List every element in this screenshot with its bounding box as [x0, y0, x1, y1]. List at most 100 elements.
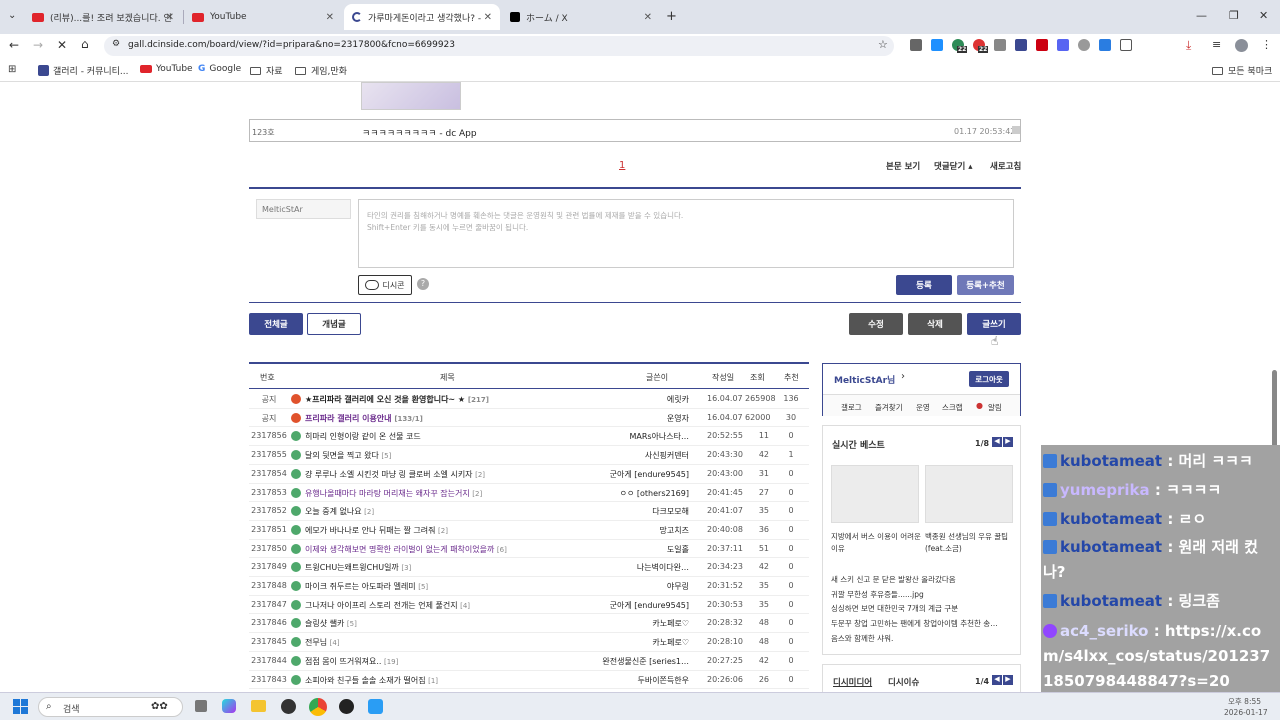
- menu-gallog[interactable]: 갤로그: [841, 402, 862, 413]
- next-icon[interactable]: ▶: [1003, 675, 1013, 685]
- table-row[interactable]: 2317850 이제와 생각해보면 명확한 라이벌이 없는게 패착이었을까 [6]…: [249, 540, 809, 559]
- app-icon[interactable]: [339, 699, 354, 714]
- post-writer[interactable]: 군아게 [endure9545]: [589, 600, 689, 611]
- back-icon[interactable]: ←: [9, 38, 19, 52]
- post-writer[interactable]: 도일홀: [589, 544, 689, 555]
- post-writer[interactable]: 에릿카: [589, 394, 689, 405]
- prev-icon[interactable]: ◀: [992, 675, 1002, 685]
- puzzle-icon[interactable]: [1120, 39, 1132, 51]
- extension-icon[interactable]: [910, 39, 922, 51]
- menu-alarm[interactable]: 알림: [988, 402, 1002, 413]
- tab-2[interactable]: YouTube ✕: [184, 4, 342, 30]
- table-row[interactable]: 2317848 마이크 쥐두르는 아도파라 멜레미 [5] 야무링 20:31:52 3…: [249, 577, 809, 596]
- user-name[interactable]: MelticStAr님: [834, 373, 895, 386]
- tab-dc-media[interactable]: 디시미디어: [833, 676, 872, 688]
- table-row[interactable]: 2317849 트윙CHU는왜트윙CHU일까 [3] 나는벽이다완… 20:34:23…: [249, 558, 809, 577]
- post-title[interactable]: 히마리 인형이랑 같이 온 선물 코드: [305, 431, 421, 442]
- bookmark-folder-games[interactable]: 게임,만화: [295, 64, 347, 77]
- extension-icon[interactable]: [994, 39, 1006, 51]
- home-icon[interactable]: ⌂: [81, 37, 89, 51]
- refresh-link[interactable]: 새로고침: [990, 160, 1021, 172]
- nick-field[interactable]: MelticStAr: [256, 199, 351, 219]
- file-explorer-icon[interactable]: [251, 700, 266, 712]
- bookmark-youtube[interactable]: YouTube: [140, 64, 193, 74]
- profile-avatar[interactable]: [1235, 39, 1248, 52]
- restore-icon[interactable]: ❐: [1229, 9, 1239, 22]
- extension-icon[interactable]: [1057, 39, 1069, 51]
- menu-manage[interactable]: 운영: [916, 402, 930, 413]
- table-row[interactable]: 2317856 히마리 인형이랑 같이 온 선물 코드 MARs아나스타… 20:5…: [249, 427, 809, 446]
- table-row[interactable]: 2317851 에모가 바나나로 안나 뒤패는 짤 그려줘 [2] 망고치즈 20:4…: [249, 521, 809, 540]
- post-title[interactable]: 소피아와 친구들 솔솔 소재가 떨어짐 [1]: [305, 675, 438, 686]
- table-row[interactable]: 2317854 걍 루루나 소엘 시킨것 마냥 링 클로버 소엘 시키자 [2] 군…: [249, 465, 809, 484]
- post-writer[interactable]: 두바이쫀득한우: [589, 675, 689, 686]
- close-icon[interactable]: ✕: [326, 12, 334, 23]
- thumbnail[interactable]: [831, 465, 919, 523]
- all-bookmarks[interactable]: 모든 북마크: [1212, 64, 1272, 77]
- bookmark-gallery[interactable]: 갤러리 - 커뮤니티...: [38, 64, 129, 77]
- download-icon[interactable]: ⤓: [1186, 38, 1191, 53]
- app-icon[interactable]: [368, 699, 383, 714]
- recommended-posts-button[interactable]: 개념글: [307, 313, 361, 335]
- thumbnail[interactable]: [925, 465, 1013, 523]
- thumb-caption[interactable]: 지방에서 버스 이용이 어려운 이유: [831, 531, 921, 555]
- post-writer[interactable]: 군아게 [endure9545]: [589, 469, 689, 480]
- table-row[interactable]: 2317852 오늘 중계 없나요 [2] 다크모모해 20:41:07 35 0: [249, 502, 809, 521]
- comment-textarea[interactable]: 타인의 권리를 침해하거나 명예를 훼손하는 댓글은 운영원칙 및 관련 법률에…: [358, 199, 1014, 268]
- bookmark-google[interactable]: G Google: [198, 64, 241, 74]
- post-writer[interactable]: 사신핑커덴터: [589, 450, 689, 461]
- post-writer[interactable]: ㅇㅇ [others2169]: [589, 488, 689, 499]
- best-list-item[interactable]: 음스와 함께한 샤워.: [831, 633, 1015, 644]
- post-title[interactable]: ★프리파라 갤러리에 오신 것을 환영합니다~ ★ [217]: [305, 394, 489, 405]
- help-icon[interactable]: ?: [417, 278, 429, 290]
- post-title[interactable]: 프리파라 갤러리 이용안내 [133/1]: [305, 413, 423, 424]
- best-list-item[interactable]: 귀깔 무한성 후유증들......jpg: [831, 589, 1015, 600]
- post-title[interactable]: 그나저나 아이프리 스토리 전개는 언제 풀건지 [4]: [305, 600, 470, 611]
- post-title[interactable]: 오늘 중계 없나요 [2]: [305, 506, 374, 517]
- prev-icon[interactable]: ◀: [992, 437, 1002, 447]
- table-row[interactable]: 2317846 슬링샷 쌜카 [5] 카노페로♡ 20:28:32 48 0: [249, 614, 809, 633]
- extension-icon[interactable]: 22: [952, 39, 968, 53]
- dccon-button[interactable]: 디시콘: [358, 275, 412, 295]
- table-row[interactable]: 2317843 소피아와 친구들 솔솔 소재가 떨어짐 [1] 두바이쫀득한우 20:…: [249, 671, 809, 690]
- menu-icon[interactable]: ⋮: [1261, 38, 1272, 51]
- post-writer[interactable]: 운영자: [589, 413, 689, 424]
- stop-icon[interactable]: ✕: [57, 38, 67, 52]
- address-bar[interactable]: ⚙ gall.dcinside.com/board/view/?id=pripa…: [104, 36, 894, 56]
- post-writer[interactable]: MARs아나스타…: [589, 431, 689, 442]
- extension-icon[interactable]: [931, 39, 943, 51]
- best-list-item[interactable]: 새 스키 신고 문 닫은 발왕산 올라갔다옴: [831, 574, 1015, 585]
- post-writer[interactable]: 다크모모해: [589, 506, 689, 517]
- post-title[interactable]: 슬링샷 쌜카 [5]: [305, 618, 357, 629]
- close-comments-link[interactable]: 댓글닫기 ▴: [934, 160, 973, 172]
- table-row[interactable]: 2317847 그나저나 아이프리 스토리 전개는 언제 풀건지 [4] 군아게 […: [249, 596, 809, 615]
- table-row[interactable]: 2317844 점점 몸이 뜨거워져요.. [19] 완전생물신준 [series1…: [249, 652, 809, 671]
- table-row[interactable]: 공지 ★프리파라 갤러리에 오신 것을 환영합니다~ ★ [217] 에릿카 16.0…: [249, 390, 809, 409]
- forward-icon[interactable]: →: [33, 38, 43, 52]
- tab-1[interactable]: (리뷰)...를! 조려 보겠습니다. 인 ✕: [24, 4, 182, 30]
- post-title[interactable]: 트윙CHU는왜트윙CHU일까 [3]: [305, 562, 411, 573]
- url-text[interactable]: gall.dcinside.com/board/view/?id=pripara…: [128, 40, 455, 50]
- table-row[interactable]: 2317853 유행나올때마다 마라탕 머리채는 왜자꾸 잡는거지 [2] ㅇㅇ […: [249, 484, 809, 503]
- bookmark-star-icon[interactable]: ☆: [878, 38, 888, 51]
- post-title[interactable]: 마이크 쥐두르는 아도파라 멜레미 [5]: [305, 581, 428, 592]
- post-writer[interactable]: 카노페로♡: [589, 637, 689, 648]
- chrome-icon[interactable]: [309, 698, 327, 716]
- media-icon[interactable]: ≡: [1212, 38, 1221, 51]
- copilot-icon[interactable]: [222, 699, 236, 713]
- download-ext-icon[interactable]: [1099, 39, 1111, 51]
- windows-start-icon[interactable]: [13, 699, 28, 714]
- submit-button[interactable]: 등록: [896, 275, 952, 295]
- extension-icon[interactable]: [1078, 39, 1090, 51]
- delete-button[interactable]: 삭제: [908, 313, 962, 335]
- bookmark-folder-data[interactable]: 자료: [250, 64, 283, 77]
- write-button[interactable]: 글쓰기: [967, 313, 1021, 335]
- tab-4[interactable]: ホーム / X ✕: [502, 4, 660, 30]
- post-writer[interactable]: 완전생물신준 [series1…: [589, 656, 689, 667]
- minimize-icon[interactable]: —: [1196, 9, 1207, 22]
- menu-favorites[interactable]: 즐겨찾기: [875, 402, 903, 413]
- thumb-caption[interactable]: 백종원 선생님의 우유 꿀팁(feat.소금): [925, 531, 1017, 555]
- post-writer[interactable]: 나는벽이다완…: [589, 562, 689, 573]
- post-writer[interactable]: 야무링: [589, 581, 689, 592]
- menu-scrap[interactable]: 스크랩: [942, 402, 963, 413]
